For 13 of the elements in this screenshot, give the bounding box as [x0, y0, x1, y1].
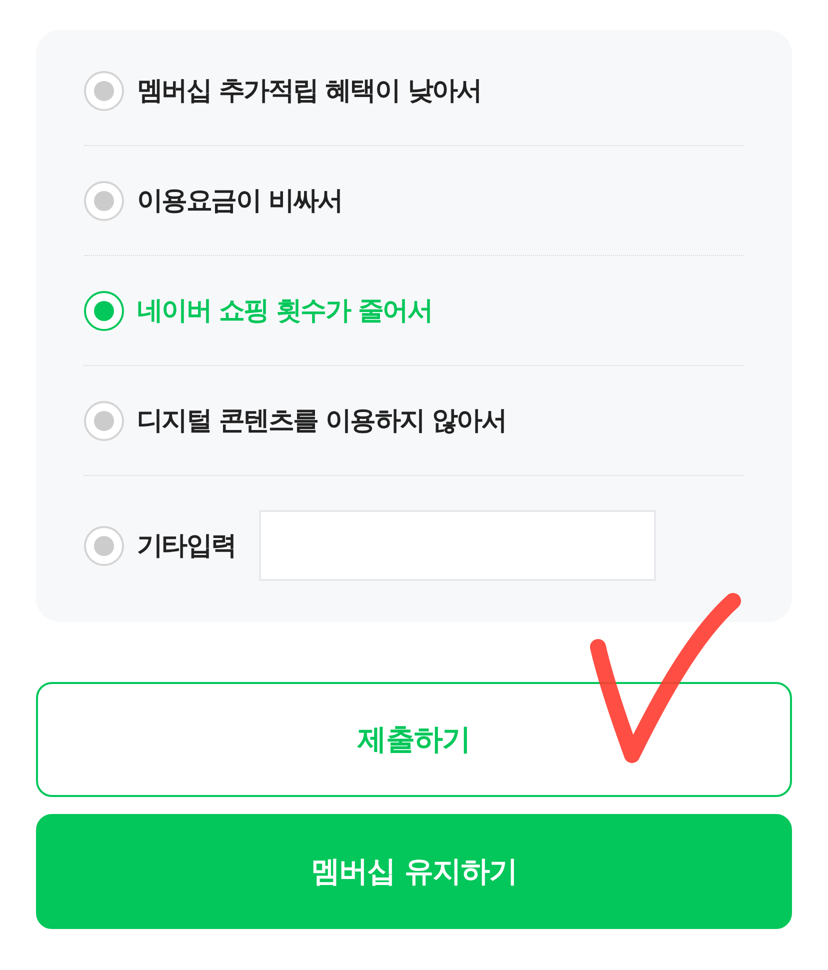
radio-button[interactable] [84, 400, 124, 440]
option-label: 멤버십 추가적립 혜택이 낮아서 [137, 78, 482, 104]
check-mark-icon [588, 592, 742, 764]
radio-button[interactable] [84, 290, 124, 330]
option-label: 기타입력 [137, 532, 236, 558]
radio-button[interactable] [84, 70, 124, 110]
option-label: 이용요금이 비싸서 [137, 188, 342, 214]
option-label: 디지털 콘텐츠를 이용하지 않아서 [137, 408, 506, 434]
radio-button[interactable] [84, 526, 124, 566]
keep-membership-button[interactable]: 멤버십 유지하기 [36, 814, 792, 929]
option-label: 네이버 쇼핑 횟수가 줄어서 [137, 298, 432, 324]
submit-button[interactable]: 제출하기 [36, 682, 792, 797]
radio-button[interactable] [84, 180, 124, 220]
